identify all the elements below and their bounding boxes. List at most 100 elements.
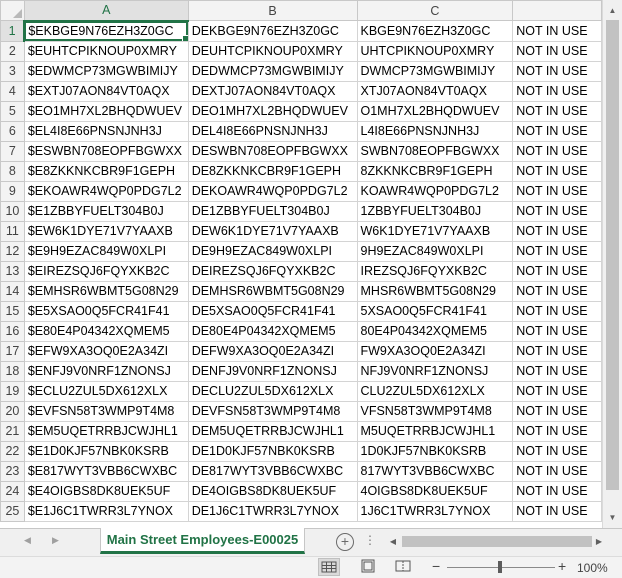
cell-d[interactable]: NOT IN USE	[512, 300, 602, 322]
row-header[interactable]: 16	[0, 320, 25, 342]
cell-c[interactable]: NFJ9V0NRF1ZNONSJ	[356, 360, 514, 382]
cell-b[interactable]: DEVFSN58T3WMP9T4M8	[187, 400, 358, 422]
scroll-left-arrow-icon[interactable]: ◀	[386, 533, 400, 550]
cell-a[interactable]: $ENFJ9V0NRF1ZNONSJ	[23, 360, 189, 382]
cell-b[interactable]: DEL4I8E66PNSNJNH3J	[187, 120, 358, 142]
cell-d[interactable]: NOT IN USE	[512, 60, 602, 82]
cell-b[interactable]: DE1J6C1TWRR3L7YNOX	[187, 500, 358, 522]
vertical-scrollbar[interactable]: ▲ ▼	[602, 0, 622, 528]
more-dots-icon[interactable]: ⋮	[364, 533, 377, 547]
cell-d[interactable]: NOT IN USE	[512, 40, 602, 62]
cell-c[interactable]: 1J6C1TWRR3L7YNOX	[356, 500, 514, 522]
normal-view-button[interactable]	[318, 558, 340, 576]
row-header[interactable]: 10	[0, 200, 25, 222]
sheet-tab-active[interactable]: Main Street Employees-E00025	[100, 528, 305, 554]
cell-d[interactable]: NOT IN USE	[512, 320, 602, 342]
cell-c[interactable]: 817WYT3VBB6CWXBC	[356, 460, 514, 482]
cell-a[interactable]: $E5XSAO0Q5FCR41F41	[23, 300, 189, 322]
cell-c[interactable]: 80E4P04342XQMEM5	[356, 320, 514, 342]
cell-b[interactable]: DEFW9XA3OQ0E2A34ZI	[187, 340, 358, 362]
cell-d[interactable]: NOT IN USE	[512, 260, 602, 282]
row-header[interactable]: 15	[0, 300, 25, 322]
cell-d[interactable]: NOT IN USE	[512, 400, 602, 422]
chevron-right-icon[interactable]: ▶	[52, 535, 59, 546]
cell-d[interactable]: NOT IN USE	[512, 100, 602, 122]
cell-c[interactable]: L4I8E66PNSNJNH3J	[356, 120, 514, 142]
cell-c[interactable]: O1MH7XL2BHQDWUEV	[356, 100, 514, 122]
cell-d[interactable]: NOT IN USE	[512, 340, 602, 362]
scroll-down-arrow-icon[interactable]: ▼	[603, 509, 622, 526]
cell-c[interactable]: W6K1DYE71V7YAAXB	[356, 220, 514, 242]
cell-c[interactable]: IREZSQJ6FQYXKB2C	[356, 260, 514, 282]
cell-d[interactable]: NOT IN USE	[512, 200, 602, 222]
row-header[interactable]: 3	[0, 60, 25, 82]
cell-b[interactable]: DEMHSR6WBMT5G08N29	[187, 280, 358, 302]
cell-d[interactable]: NOT IN USE	[512, 160, 602, 182]
zoom-level[interactable]: 100%	[577, 561, 608, 575]
cell-a[interactable]: $EDWMCP73MGWBIMIJY	[23, 60, 189, 82]
cell-a[interactable]: $EVFSN58T3WMP9T4M8	[23, 400, 189, 422]
select-all-corner[interactable]	[0, 0, 25, 21]
row-header[interactable]: 20	[0, 400, 25, 422]
page-layout-view-button[interactable]	[358, 558, 380, 576]
page-break-view-button[interactable]	[393, 558, 415, 576]
cell-d[interactable]: NOT IN USE	[512, 80, 602, 102]
horizontal-scroll-thumb[interactable]	[402, 536, 592, 547]
row-header[interactable]: 18	[0, 360, 25, 382]
row-header[interactable]: 8	[0, 160, 25, 182]
cell-a[interactable]: $E1ZBBYFUELT304B0J	[23, 200, 189, 222]
cell-a[interactable]: $EL4I8E66PNSNJNH3J	[23, 120, 189, 142]
cell-a[interactable]: $EO1MH7XL2BHQDWUEV	[23, 100, 189, 122]
cell-c[interactable]: 9H9EZAC849W0XLPI	[356, 240, 514, 262]
cell-b[interactable]: DEO1MH7XL2BHQDWUEV	[187, 100, 358, 122]
cell-c[interactable]: MHSR6WBMT5G08N29	[356, 280, 514, 302]
cell-a[interactable]: $EIREZSQJ6FQYXKB2C	[23, 260, 189, 282]
cell-a[interactable]: $E1D0KJF57NBK0KSRB	[23, 440, 189, 462]
cell-b[interactable]: DE8ZKKNKCBR9F1GEPH	[187, 160, 358, 182]
cell-b[interactable]: DE5XSAO0Q5FCR41F41	[187, 300, 358, 322]
row-header[interactable]: 1	[0, 20, 26, 42]
row-header[interactable]: 13	[0, 260, 25, 282]
cell-b[interactable]: DE1D0KJF57NBK0KSRB	[187, 440, 358, 462]
cell-a[interactable]: $ECLU2ZUL5DX612XLX	[23, 380, 189, 402]
cell-d[interactable]: NOT IN USE	[512, 140, 602, 162]
row-header[interactable]: 5	[0, 100, 25, 122]
cell-a[interactable]: $E4OIGBS8DK8UEK5UF	[23, 480, 189, 502]
zoom-out-button[interactable]: −	[432, 558, 440, 574]
cell-b[interactable]: DE1ZBBYFUELT304B0J	[187, 200, 358, 222]
cell-d[interactable]: NOT IN USE	[512, 440, 602, 462]
plus-circle-icon[interactable]: +	[336, 533, 354, 551]
cell-a[interactable]: $E1J6C1TWRR3L7YNOX	[23, 500, 189, 522]
cell-a[interactable]: $EMHSR6WBMT5G08N29	[23, 280, 189, 302]
cell-c[interactable]: KOAWR4WQP0PDG7L2	[356, 180, 514, 202]
row-header[interactable]: 21	[0, 420, 25, 442]
cell-d[interactable]: NOT IN USE	[512, 220, 602, 242]
cell-b[interactable]: DEKBGE9N76EZH3Z0GC	[187, 20, 358, 42]
column-header-b[interactable]: B	[187, 0, 358, 21]
cell-c[interactable]: XTJ07AON84VT0AQX	[356, 80, 514, 102]
cell-a[interactable]: $EM5UQETRRBJCWJHL1	[23, 420, 189, 442]
cell-b[interactable]: DE80E4P04342XQMEM5	[187, 320, 358, 342]
row-header[interactable]: 23	[0, 460, 25, 482]
row-header[interactable]: 19	[0, 380, 25, 402]
cell-c[interactable]: VFSN58T3WMP9T4M8	[356, 400, 514, 422]
cell-a[interactable]: $ESWBN708EOPFBGWXX	[23, 140, 189, 162]
cell-c[interactable]: 8ZKKNKCBR9F1GEPH	[356, 160, 514, 182]
cell-b[interactable]: DE817WYT3VBB6CWXBC	[187, 460, 358, 482]
cell-b[interactable]: DEKOAWR4WQP0PDG7L2	[187, 180, 358, 202]
spreadsheet-grid[interactable]: A B C 1 $EKBGE9N76EZH3Z0GC DEKBGE9N76EZH3Z…	[0, 0, 602, 528]
row-header[interactable]: 4	[0, 80, 25, 102]
cell-c[interactable]: 1ZBBYFUELT304B0J	[356, 200, 514, 222]
cell-c[interactable]: 4OIGBS8DK8UEK5UF	[356, 480, 514, 502]
zoom-in-button[interactable]: +	[558, 558, 566, 574]
scroll-right-arrow-icon[interactable]: ▶	[592, 533, 606, 550]
cell-b[interactable]: DENFJ9V0NRF1ZNONSJ	[187, 360, 358, 382]
cell-c[interactable]: KBGE9N76EZH3Z0GC	[356, 20, 514, 42]
cell-d[interactable]: NOT IN USE	[512, 240, 602, 262]
column-header-d[interactable]	[512, 0, 602, 21]
row-header[interactable]: 22	[0, 440, 25, 462]
cell-b[interactable]: DEUHTCPIKNOUP0XMRY	[187, 40, 358, 62]
cell-b[interactable]: DEXTJ07AON84VT0AQX	[187, 80, 358, 102]
horizontal-scrollbar[interactable]: ◀ ▶	[386, 533, 606, 550]
cell-d[interactable]: NOT IN USE	[512, 500, 602, 522]
